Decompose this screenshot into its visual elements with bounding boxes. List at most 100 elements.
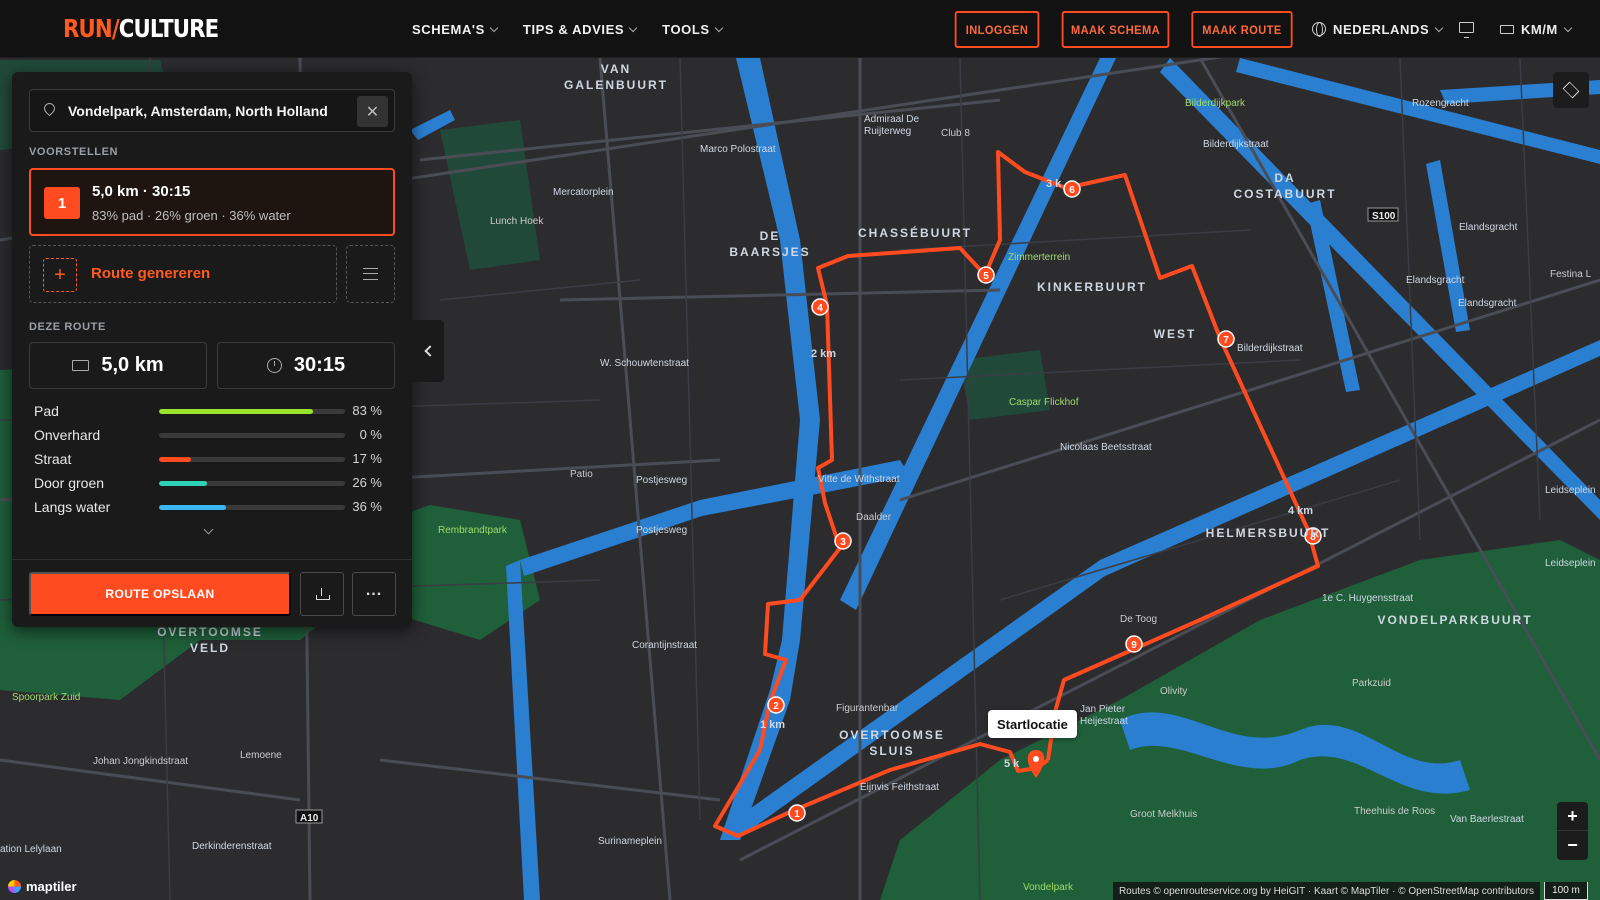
surface-breakdown: Pad 83 % Onverhard 0 % Straat 17 % Door groen 2… — [34, 400, 394, 520]
breakdown-label: Langs water — [34, 499, 111, 515]
suggestion-card[interactable]: 1 5,0 km · 30:15 83% pad · 26% groen · 3… — [29, 168, 395, 236]
svg-text:Figurantenbar: Figurantenbar — [836, 703, 899, 714]
breakdown-row: Straat 17 % — [34, 448, 394, 472]
zoom-in-button[interactable]: + — [1557, 802, 1588, 831]
download-button[interactable] — [300, 572, 344, 616]
make-plan-button[interactable]: MAAK SCHEMA — [1061, 11, 1170, 48]
units-select[interactable]: KM/M — [1500, 0, 1572, 58]
svg-text:WEST: WEST — [1154, 327, 1197, 341]
breakdown-bar-fill — [159, 481, 208, 486]
zoom-out-button[interactable]: − — [1557, 831, 1588, 860]
layers-icon — [1562, 81, 1580, 99]
collapse-panel-button[interactable] — [412, 320, 444, 382]
svg-text:Groot Melkhuis: Groot Melkhuis — [1130, 809, 1197, 820]
svg-text:KINKERBUURT: KINKERBUURT — [1037, 280, 1147, 294]
route-point-label: 5 — [983, 271, 989, 282]
breakdown-row: Langs water 36 % — [34, 496, 394, 520]
svg-text:S100: S100 — [1372, 211, 1396, 222]
top-navbar: RUN/CULTURE SCHEMA'S TIPS & ADVIES TOOLS… — [0, 0, 1600, 58]
generate-route-button[interactable]: + Route genereren — [29, 245, 337, 303]
route-heading: DEZE ROUTE — [29, 321, 106, 333]
route-point-label: 2 — [773, 701, 779, 712]
divider — [12, 559, 412, 560]
svg-text:SLUIS: SLUIS — [869, 744, 914, 758]
breakdown-bar — [159, 409, 345, 414]
distance-stat: 5,0 km — [29, 342, 207, 389]
svg-text:Theehuis de Roos: Theehuis de Roos — [1354, 806, 1435, 817]
chevron-down-icon — [1563, 23, 1572, 32]
chevron-down-icon — [489, 23, 499, 32]
svg-text:Bilderdijkpark: Bilderdijkpark — [1185, 98, 1246, 109]
breakdown-bar-fill — [159, 457, 191, 462]
clear-search-button[interactable]: ✕ — [357, 96, 388, 127]
suggestion-number: 1 — [44, 187, 80, 219]
nav-tips[interactable]: TIPS & ADVIES — [523, 22, 638, 37]
maptiler-logo[interactable]: maptiler — [8, 879, 77, 894]
svg-text:Jan Pieter: Jan Pieter — [1080, 704, 1126, 715]
chevron-down-icon — [628, 23, 638, 32]
svg-text:Mercatorplein: Mercatorplein — [553, 187, 614, 198]
svg-text:Leidseplein: Leidseplein — [1545, 558, 1596, 569]
breakdown-value: 0 % — [359, 427, 382, 442]
svg-text:Ruijterweg: Ruijterweg — [864, 126, 911, 137]
route-point-label: 4 — [817, 303, 823, 314]
more-options-button[interactable]: ... — [352, 572, 396, 616]
map-scale: 100 m — [1544, 882, 1588, 900]
login-button[interactable]: INLOGGEN — [954, 11, 1040, 48]
nav-schemas[interactable]: SCHEMA'S — [412, 22, 499, 37]
svg-text:Admiraal De: Admiraal De — [864, 114, 919, 125]
save-route-button[interactable]: ROUTE OPSLAAN — [29, 572, 291, 616]
svg-text:OVERTOOMSE: OVERTOOMSE — [157, 625, 263, 639]
chevron-left-icon — [424, 345, 436, 357]
logo[interactable]: RUN/CULTURE — [63, 14, 219, 43]
svg-text:BAARSJES: BAARSJES — [729, 245, 810, 259]
svg-text:3 k: 3 k — [1046, 178, 1062, 190]
svg-text:Caspar Flickhof: Caspar Flickhof — [1009, 397, 1079, 408]
nav-tools[interactable]: TOOLS — [662, 22, 723, 37]
route-settings-button[interactable] — [346, 245, 395, 303]
search-input[interactable]: Vondelpark, Amsterdam, North Holland — [68, 103, 328, 119]
make-route-button[interactable]: MAAK ROUTE — [1191, 11, 1293, 48]
duration-stat: 30:15 — [217, 342, 395, 389]
svg-text:Festina L: Festina L — [1550, 269, 1592, 280]
map-layers-button[interactable] — [1553, 72, 1589, 108]
svg-text:4 km: 4 km — [1288, 505, 1313, 517]
language-select[interactable]: NEDERLANDS — [1312, 0, 1444, 58]
svg-text:Derkinderenstraat: Derkinderenstraat — [192, 841, 272, 852]
route-point-label: 3 — [840, 537, 846, 548]
expand-chevron-icon[interactable] — [203, 524, 214, 535]
svg-text:Spoorpark Zuid: Spoorpark Zuid — [12, 692, 80, 703]
svg-text:Parkzuid: Parkzuid — [1352, 678, 1391, 689]
globe-icon — [1312, 22, 1326, 37]
svg-text:Johan Jongkindstraat: Johan Jongkindstraat — [93, 756, 188, 767]
breakdown-label: Pad — [34, 403, 59, 419]
location-search[interactable]: Vondelpark, Amsterdam, North Holland ✕ — [29, 89, 395, 132]
svg-text:Leidseplein: Leidseplein — [1545, 485, 1596, 496]
more-icon: ... — [365, 582, 383, 599]
chevron-down-icon — [1435, 23, 1444, 32]
svg-text:Postjesweg: Postjesweg — [636, 525, 687, 536]
ruler-icon — [1500, 24, 1514, 34]
monitor-icon[interactable] — [1459, 22, 1474, 38]
map-attribution[interactable]: Routes © openrouteservice.org by HeiGIT … — [1112, 882, 1540, 900]
timer-icon — [266, 358, 282, 373]
breakdown-bar-fill — [159, 505, 226, 510]
svg-text:Daalder: Daalder — [856, 512, 892, 523]
breakdown-bar-fill — [159, 409, 314, 414]
start-location-tooltip: Startlocatie — [988, 710, 1077, 738]
route-point-label: 7 — [1223, 335, 1229, 346]
breakdown-value: 36 % — [352, 499, 382, 514]
svg-text:2 km: 2 km — [811, 348, 836, 360]
svg-text:A10: A10 — [300, 813, 319, 824]
route-point-label: 6 — [1069, 185, 1075, 196]
svg-text:Elandsgracht: Elandsgracht — [1459, 222, 1518, 233]
duration-value: 30:15 — [293, 354, 346, 376]
breakdown-value: 26 % — [352, 475, 382, 490]
route-point-label: 1 — [794, 809, 800, 820]
plus-icon: + — [43, 258, 77, 292]
close-icon: ✕ — [365, 103, 380, 121]
svg-text:Zimmerterrein: Zimmerterrein — [1008, 252, 1070, 263]
svg-text:Bilderdijkstraat: Bilderdijkstraat — [1203, 139, 1269, 150]
route-panel: Vondelpark, Amsterdam, North Holland ✕ V… — [12, 72, 412, 627]
svg-text:Bilderdijkstraat: Bilderdijkstraat — [1237, 343, 1303, 354]
